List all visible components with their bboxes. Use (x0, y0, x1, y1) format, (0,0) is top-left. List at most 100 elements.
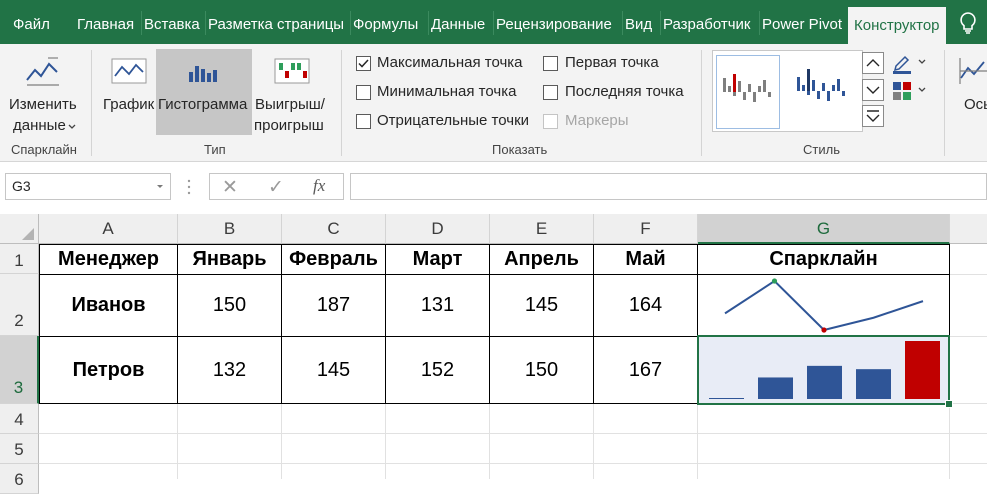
tab-design[interactable]: Конструктор (848, 7, 946, 44)
line-sparkline (724, 278, 924, 333)
cell-c3[interactable]: 145 (282, 337, 385, 403)
formula-buttons: ✕ ✓ fx (209, 173, 344, 200)
tab-file[interactable]: Файл (13, 0, 50, 44)
cell-a3[interactable]: Петров (40, 337, 177, 403)
cell-b3[interactable]: 132 (178, 337, 281, 403)
gallery-scroll-down-button[interactable] (862, 79, 884, 101)
enter-icon[interactable]: ✓ (268, 176, 284, 199)
sparkline-column (758, 377, 793, 399)
tab-insert[interactable]: Вставка (141, 0, 200, 44)
checkbox-box (543, 56, 558, 71)
cell-e2[interactable]: 145 (490, 275, 593, 336)
cell-e3[interactable]: 150 (490, 337, 593, 403)
gridline (950, 336, 987, 337)
style-gallery (712, 50, 863, 132)
gridline (489, 404, 490, 479)
cell-b1[interactable]: Январь (178, 245, 281, 274)
cell-d2[interactable]: 131 (386, 275, 489, 336)
negative-points-label: Отрицательные точки (377, 112, 530, 129)
cell-a1[interactable]: Менеджер (40, 245, 177, 274)
checkbox-box (543, 85, 558, 100)
cell-d3[interactable]: 152 (386, 337, 489, 403)
group-label-style: Стиль (803, 142, 840, 157)
cell-f2[interactable]: 164 (594, 275, 697, 336)
checkbox-box (356, 114, 371, 129)
axis-label: Ось (964, 96, 987, 113)
group-label-show: Показать (492, 142, 548, 157)
chevron-down-icon (866, 86, 880, 94)
tell-me-lightbulb-icon[interactable] (959, 12, 977, 34)
cell-c1[interactable]: Февраль (282, 245, 385, 274)
row-header-3[interactable]: 3 (0, 336, 39, 404)
column-header-b[interactable]: B (178, 214, 282, 244)
tab-page-layout[interactable]: Разметка страницы (204, 0, 344, 44)
gallery-more-button[interactable] (862, 105, 884, 127)
cell-f3[interactable]: 167 (594, 337, 697, 403)
cell-a2[interactable]: Иванов (40, 275, 177, 336)
chevron-down-icon (918, 87, 926, 92)
row-header-2[interactable]: 2 (0, 274, 39, 336)
tab-power-pivot[interactable]: Power Pivot (758, 0, 842, 44)
insert-function-icon[interactable]: fx (313, 176, 325, 196)
formula-bar: G3 ✕ ✓ fx (0, 162, 987, 214)
pen-color-icon (893, 55, 911, 74)
column-header-e[interactable]: E (490, 214, 594, 244)
cell-g3-selected[interactable] (697, 335, 953, 408)
style-swatch-preview-icon (723, 74, 771, 102)
select-all-button[interactable] (0, 214, 39, 244)
column-header-h[interactable] (950, 214, 987, 244)
first-point-label: Первая точка (565, 54, 659, 71)
chevron-down-icon (918, 59, 926, 64)
style-swatch-preview-icon (797, 69, 845, 101)
row-header-6[interactable]: 6 (0, 464, 39, 494)
drag-handle-icon[interactable] (187, 178, 191, 196)
cell-d1[interactable]: Март (386, 245, 489, 274)
tab-formulas[interactable]: Формулы (349, 0, 418, 44)
group-divider (91, 50, 92, 156)
cell-f1[interactable]: Май (594, 245, 697, 274)
group-divider (701, 50, 702, 156)
style-swatch-selected[interactable] (716, 55, 780, 129)
tab-view[interactable]: Вид (621, 0, 652, 44)
tab-developer[interactable]: Разработчик (659, 0, 750, 44)
column-header-d[interactable]: D (386, 214, 490, 244)
row-header-1[interactable]: 1 (0, 244, 39, 274)
checkmark-icon (358, 59, 369, 68)
formula-input[interactable] (350, 173, 987, 200)
cell-g2[interactable] (698, 275, 949, 336)
sparkline-column (807, 365, 842, 399)
chevron-down-icon (157, 185, 163, 188)
tab-home[interactable]: Главная (77, 0, 134, 44)
cell-g1[interactable]: Спарклайн (698, 245, 949, 274)
name-box[interactable]: G3 (5, 173, 171, 200)
ribbon-panel: Изменить данные Спарклайн График Гистогр… (0, 44, 987, 162)
gridline (177, 404, 178, 479)
group-label-sparkline: Спарклайн (11, 142, 77, 157)
tab-review[interactable]: Рецензирование (493, 0, 612, 44)
gallery-scroll-up-button[interactable] (862, 52, 884, 74)
column-header-a[interactable]: A (39, 214, 178, 244)
cancel-icon[interactable]: ✕ (222, 176, 238, 199)
row-header-4[interactable]: 4 (0, 404, 39, 434)
sparkline-high-point (771, 278, 778, 284)
cell-b2[interactable]: 150 (178, 275, 281, 336)
select-all-triangle-icon (22, 228, 34, 240)
column-sparkline-icon (189, 66, 217, 82)
row-header-5[interactable]: 5 (0, 434, 39, 464)
tab-data[interactable]: Данные (427, 0, 485, 44)
gridline (281, 404, 282, 479)
edit-data-label-line2: данные (13, 117, 66, 134)
fill-handle[interactable] (945, 400, 953, 408)
column-header-c[interactable]: C (282, 214, 386, 244)
column-header-f[interactable]: F (594, 214, 698, 244)
cell-c2[interactable]: 187 (282, 275, 385, 336)
gridline (39, 433, 987, 434)
style-swatch[interactable] (791, 55, 853, 127)
column-header-g[interactable]: G (698, 214, 950, 244)
chevron-up-icon (866, 59, 880, 67)
marker-color-icon (893, 82, 911, 100)
cell-e1[interactable]: Апрель (490, 245, 593, 274)
winloss-type-label-line1: Выигрыш/ (255, 96, 325, 113)
gridline (385, 404, 386, 479)
checkbox-box (356, 85, 371, 100)
